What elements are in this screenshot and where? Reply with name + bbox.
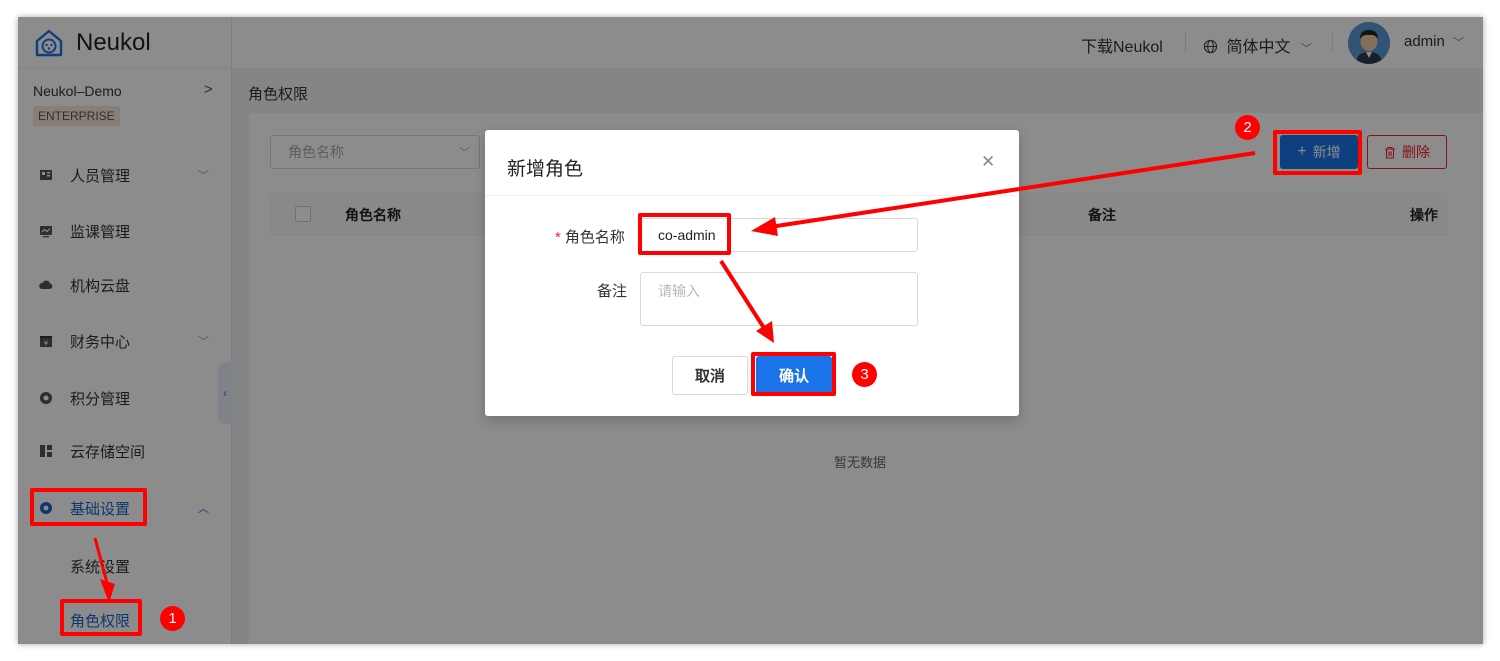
annotation-arrows — [93, 151, 1256, 603]
arrowhead-step-1 — [100, 579, 115, 603]
arrow-step-3 — [719, 259, 766, 330]
arrow-step-1 — [93, 537, 109, 584]
arrowhead-step-2 — [751, 217, 778, 236]
arrow-step-2 — [769, 151, 1256, 229]
app-window: Neukol Neukol–Demo > ENTERPRISE 人员管理 ﹀ 监… — [18, 17, 1483, 644]
arrowhead-step-3 — [756, 321, 774, 343]
